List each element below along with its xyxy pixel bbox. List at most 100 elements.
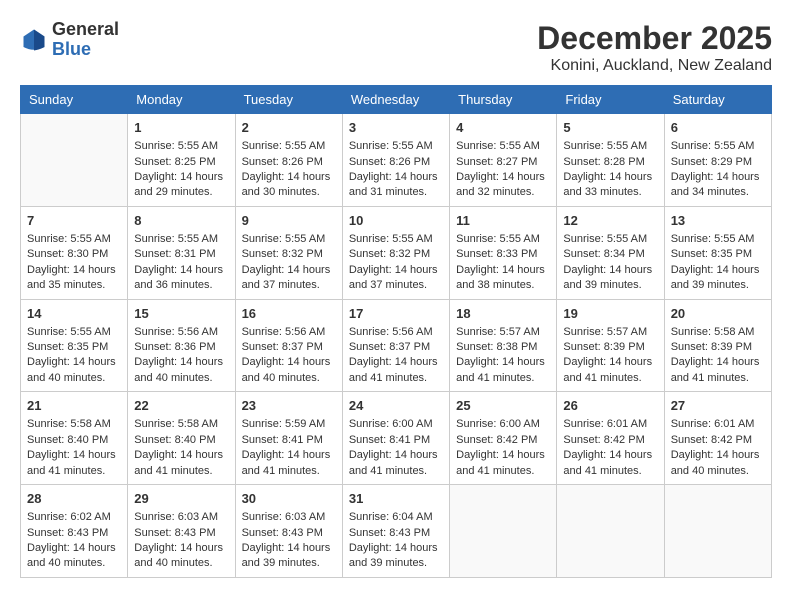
cell-line: Sunset: 8:39 PM bbox=[563, 340, 657, 355]
cell-line: Sunrise: 5:55 AM bbox=[349, 232, 443, 247]
cell-line: Daylight: 14 hours bbox=[27, 263, 121, 278]
cell-line: Daylight: 14 hours bbox=[671, 448, 765, 463]
cell-line: Sunset: 8:42 PM bbox=[456, 433, 550, 448]
cell-line: Sunrise: 6:00 AM bbox=[349, 417, 443, 432]
calendar-cell: 17Sunrise: 5:56 AMSunset: 8:37 PMDayligh… bbox=[342, 299, 449, 392]
cell-line: Daylight: 14 hours bbox=[456, 355, 550, 370]
calendar-cell: 10 Sunrise: 5:55 AMSunset: 8:32 PMDayligh… bbox=[342, 206, 449, 299]
cell-line: Sunset: 8:43 PM bbox=[349, 526, 443, 541]
cell-line: and 41 minutes. bbox=[134, 464, 228, 479]
cell-line: Sunset: 8:37 PM bbox=[242, 340, 336, 355]
cell-line: Sunrise: 5:55 AM bbox=[563, 232, 657, 247]
cell-line: Daylight: 14 hours bbox=[134, 170, 228, 185]
calendar-cell bbox=[664, 485, 771, 578]
calendar-cell: 26Sunrise: 6:01 AMSunset: 8:42 PMDayligh… bbox=[557, 392, 664, 485]
cell-line: Daylight: 14 hours bbox=[349, 263, 443, 278]
cell-line: Sunrise: 5:56 AM bbox=[134, 325, 228, 340]
cell-line: Sunset: 8:43 PM bbox=[242, 526, 336, 541]
cell-line: Sunset: 8:37 PM bbox=[349, 340, 443, 355]
cell-line: Daylight: 14 hours bbox=[134, 448, 228, 463]
cell-line: and 41 minutes. bbox=[456, 464, 550, 479]
cell-line: and 38 minutes. bbox=[456, 278, 550, 293]
cell-line: Sunrise: 6:03 AM bbox=[242, 510, 336, 525]
cell-line: Sunrise: 5:55 AM bbox=[242, 139, 336, 154]
calendar-cell: 23Sunrise: 5:59 AMSunset: 8:41 PMDayligh… bbox=[235, 392, 342, 485]
cell-line: and 29 minutes. bbox=[134, 185, 228, 200]
cell-line: Daylight: 14 hours bbox=[671, 263, 765, 278]
location-subtitle: Konini, Auckland, New Zealand bbox=[537, 57, 772, 75]
cell-line: and 32 minutes. bbox=[456, 185, 550, 200]
col-header-saturday: Saturday bbox=[664, 86, 771, 114]
cell-line: Sunset: 8:39 PM bbox=[671, 340, 765, 355]
cell-line: and 37 minutes. bbox=[242, 278, 336, 293]
cell-line: Daylight: 14 hours bbox=[563, 448, 657, 463]
calendar-table: SundayMondayTuesdayWednesdayThursdayFrid… bbox=[20, 85, 772, 578]
calendar-cell: 18Sunrise: 5:57 AMSunset: 8:38 PMDayligh… bbox=[450, 299, 557, 392]
cell-line: Sunrise: 5:58 AM bbox=[27, 417, 121, 432]
calendar-cell: 5Sunrise: 5:55 AMSunset: 8:28 PMDaylight… bbox=[557, 114, 664, 207]
calendar-cell: 7Sunrise: 5:55 AMSunset: 8:30 PMDaylight… bbox=[21, 206, 128, 299]
calendar-cell: 31Sunrise: 6:04 AMSunset: 8:43 PMDayligh… bbox=[342, 485, 449, 578]
day-number: 20 bbox=[671, 305, 765, 323]
cell-line: Sunrise: 5:55 AM bbox=[671, 232, 765, 247]
day-number: 1 bbox=[134, 119, 228, 137]
calendar-cell: 19Sunrise: 5:57 AMSunset: 8:39 PMDayligh… bbox=[557, 299, 664, 392]
cell-line: Sunset: 8:32 PM bbox=[349, 247, 443, 262]
cell-line: Sunset: 8:40 PM bbox=[27, 433, 121, 448]
day-number: 11 bbox=[456, 212, 550, 230]
day-number: 17 bbox=[349, 305, 443, 323]
cell-line: Sunset: 8:42 PM bbox=[563, 433, 657, 448]
cell-line: Daylight: 14 hours bbox=[456, 448, 550, 463]
cell-line: Sunset: 8:33 PM bbox=[456, 247, 550, 262]
cell-line: Sunrise: 5:55 AM bbox=[456, 139, 550, 154]
cell-line: Sunrise: 5:59 AM bbox=[242, 417, 336, 432]
calendar-cell: 9Sunrise: 5:55 AMSunset: 8:32 PMDaylight… bbox=[235, 206, 342, 299]
day-number: 29 bbox=[134, 490, 228, 508]
day-number: 4 bbox=[456, 119, 550, 137]
calendar-cell: 30Sunrise: 6:03 AMSunset: 8:43 PMDayligh… bbox=[235, 485, 342, 578]
calendar-cell: 6Sunrise: 5:55 AMSunset: 8:29 PMDaylight… bbox=[664, 114, 771, 207]
cell-line: and 41 minutes. bbox=[456, 371, 550, 386]
cell-line: and 41 minutes. bbox=[27, 464, 121, 479]
calendar-cell: 22Sunrise: 5:58 AMSunset: 8:40 PMDayligh… bbox=[128, 392, 235, 485]
cell-line: Sunrise: 5:55 AM bbox=[242, 232, 336, 247]
cell-line: Sunrise: 6:03 AM bbox=[134, 510, 228, 525]
calendar-cell: 2Sunrise: 5:55 AMSunset: 8:26 PMDaylight… bbox=[235, 114, 342, 207]
cell-line: Sunrise: 5:55 AM bbox=[563, 139, 657, 154]
cell-line: Sunrise: 5:56 AM bbox=[242, 325, 336, 340]
cell-line: Sunrise: 5:55 AM bbox=[27, 325, 121, 340]
day-number: 2 bbox=[242, 119, 336, 137]
calendar-week-row: 7Sunrise: 5:55 AMSunset: 8:30 PMDaylight… bbox=[21, 206, 772, 299]
day-number: 22 bbox=[134, 397, 228, 415]
cell-line: and 40 minutes. bbox=[134, 371, 228, 386]
cell-line: and 36 minutes. bbox=[134, 278, 228, 293]
cell-line: Daylight: 14 hours bbox=[27, 448, 121, 463]
calendar-week-row: 21Sunrise: 5:58 AMSunset: 8:40 PMDayligh… bbox=[21, 392, 772, 485]
calendar-week-row: 1Sunrise: 5:55 AMSunset: 8:25 PMDaylight… bbox=[21, 114, 772, 207]
cell-line: Sunrise: 6:01 AM bbox=[563, 417, 657, 432]
day-number: 28 bbox=[27, 490, 121, 508]
calendar-cell: 13Sunrise: 5:55 AMSunset: 8:35 PMDayligh… bbox=[664, 206, 771, 299]
calendar-cell: 12Sunrise: 5:55 AMSunset: 8:34 PMDayligh… bbox=[557, 206, 664, 299]
day-number: 3 bbox=[349, 119, 443, 137]
day-number: 10 bbox=[349, 212, 443, 230]
calendar-cell bbox=[557, 485, 664, 578]
cell-line: Sunset: 8:29 PM bbox=[671, 155, 765, 170]
cell-line: and 31 minutes. bbox=[349, 185, 443, 200]
day-number: 15 bbox=[134, 305, 228, 323]
col-header-thursday: Thursday bbox=[450, 86, 557, 114]
cell-line: and 39 minutes. bbox=[671, 278, 765, 293]
cell-line: Sunrise: 5:55 AM bbox=[671, 139, 765, 154]
cell-line: Daylight: 14 hours bbox=[27, 541, 121, 556]
cell-line: Sunrise: 5:55 AM bbox=[134, 139, 228, 154]
cell-line: Sunset: 8:38 PM bbox=[456, 340, 550, 355]
cell-line: Sunset: 8:41 PM bbox=[242, 433, 336, 448]
cell-line: Daylight: 14 hours bbox=[671, 355, 765, 370]
cell-line: and 33 minutes. bbox=[563, 185, 657, 200]
day-number: 31 bbox=[349, 490, 443, 508]
cell-line: Sunset: 8:43 PM bbox=[134, 526, 228, 541]
cell-line: and 41 minutes. bbox=[349, 371, 443, 386]
day-number: 19 bbox=[563, 305, 657, 323]
cell-line: Sunset: 8:36 PM bbox=[134, 340, 228, 355]
cell-line: Daylight: 14 hours bbox=[242, 541, 336, 556]
